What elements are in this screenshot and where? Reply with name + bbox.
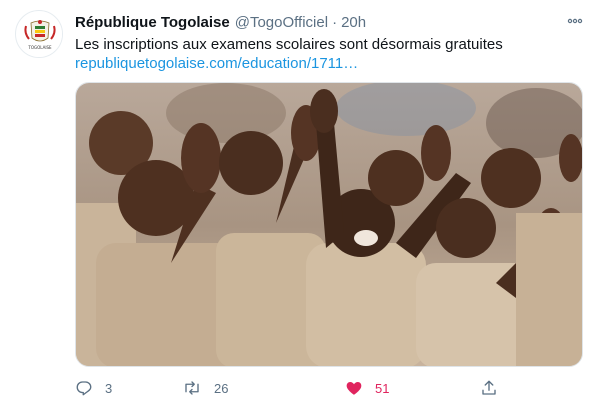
separator-dot: ·: [332, 13, 338, 31]
tweet-actions: 3 26 51: [75, 375, 515, 401]
share-icon: [482, 380, 496, 395]
tweet-time[interactable]: 20h: [341, 14, 366, 31]
tweet-header: République Togolaise @TogoOfficiel · 20h: [75, 12, 558, 32]
retweet-button[interactable]: 26: [182, 375, 228, 401]
author-handle[interactable]: @TogoOfficiel: [235, 14, 328, 31]
share-button[interactable]: [480, 375, 498, 401]
tweet[interactable]: TOGOLAISE République Togolaise @TogoOffi…: [0, 0, 598, 407]
tweet-link[interactable]: republiquetogolaise.com/education/1711…: [75, 54, 358, 74]
reply-icon: [76, 381, 92, 396]
author-name[interactable]: République Togolaise: [75, 14, 230, 31]
photo-children-cheering: [76, 83, 582, 366]
heart-icon: [346, 382, 362, 395]
coat-of-arms-logo: TOGOLAISE: [17, 12, 62, 57]
avatar[interactable]: TOGOLAISE: [15, 10, 63, 58]
reply-count: 3: [105, 380, 113, 396]
tweet-photo[interactable]: [75, 82, 583, 367]
retweet-icon: [185, 381, 199, 395]
like-count: 51: [375, 380, 390, 396]
more-icon: [567, 18, 583, 24]
reply-button[interactable]: 3: [75, 375, 112, 401]
tweet-text: Les inscriptions aux examens scolaires s…: [75, 36, 503, 53]
like-button[interactable]: 51: [345, 375, 389, 401]
svg-text:TOGOLAISE: TOGOLAISE: [27, 45, 52, 50]
retweet-count: 26: [214, 380, 229, 396]
more-options-button[interactable]: [564, 11, 586, 31]
